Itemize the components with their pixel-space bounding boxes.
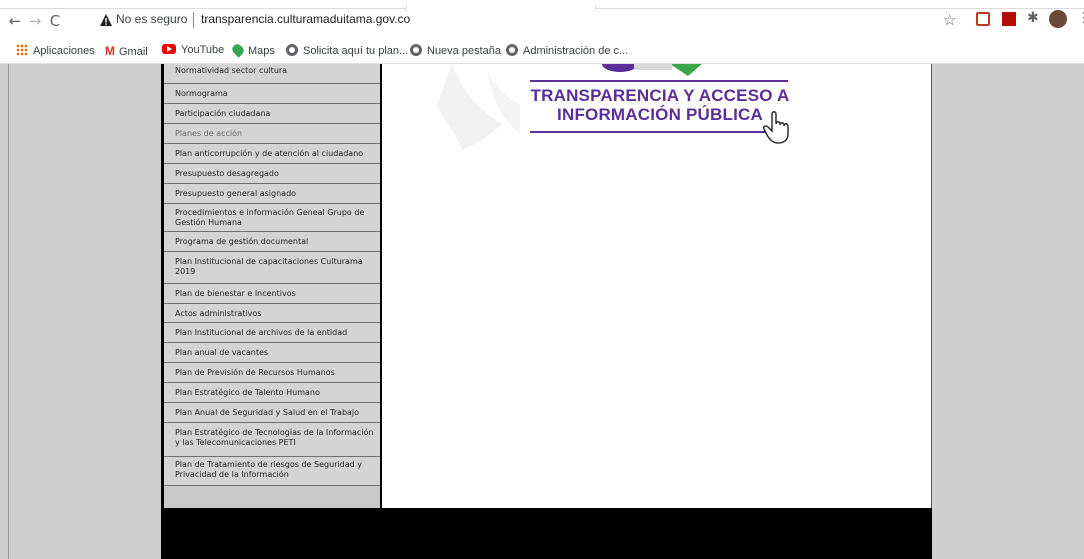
sidebar-item-capacitaciones[interactable]: Plan Institucional de capacitaciones Cul… [164,252,380,284]
content-right-border [931,64,932,508]
sidebar-item-prevision[interactable]: Plan de Previsión de Recursos Humanos [164,363,380,383]
sidebar-menu: Normatividad sector cultura Normograma P… [164,64,382,508]
pointing-hand-icon [763,111,789,144]
apps-icon [16,44,28,56]
bookmark-gmail[interactable]: M Gmail [105,44,148,58]
bookmark-maps[interactable]: Maps [230,42,275,58]
page-left-border [8,64,9,559]
extension-pocket-icon[interactable] [976,12,990,26]
gmail-icon: M [105,44,115,58]
bookmark-star-icon[interactable]: ☆ [943,11,956,29]
extensions-puzzle-icon[interactable]: ✱ [1027,10,1041,26]
forward-button[interactable]: → [26,12,44,30]
sidebar-item-talento-humano[interactable]: Plan Estratégico de Talento Humano [164,383,380,403]
sidebar-item-peti[interactable]: Plan Estratégico de Tecnologías de la In… [164,423,380,457]
sidebar-item-actos-administrativos[interactable]: Actos administrativos [164,304,380,323]
title-bottom-rule [530,131,766,133]
sidebar-item-participacion[interactable]: Participación ciudadana [164,104,380,124]
sidebar-item-gestion-documental[interactable]: Programa de gestión documental [164,232,380,252]
logo-badge-fragment [602,64,702,76]
url-text[interactable]: transparencia.culturamaduitama.gov.co [201,12,410,26]
active-tab-edge [406,5,596,11]
bookmarks-bar: Aplicaciones M Gmail YouTube Maps Solicit… [0,40,1084,64]
address-separator [193,12,194,28]
sidebar-item-seguridad-salud[interactable]: Plan Anual de Seguridad y Salud en el Tr… [164,403,380,423]
sidebar-item-procedimientos[interactable]: Procedimientos e información Geneal Grup… [164,204,380,232]
sidebar-item-bienestar[interactable]: Plan de bienestar e Incentivos [164,284,380,304]
bookmark-apps[interactable]: Aplicaciones [16,44,95,57]
sidebar-item-tratamiento-riesgos[interactable]: Plan de Tratamiento de riesgos de Seguri… [164,457,380,486]
bookmark-solicita[interactable]: Solicita aquí tu plan... [286,44,408,57]
transparencia-title[interactable]: TRANSPARENCIA Y ACCESO A INFORMACIÓN PÚB… [530,86,790,124]
globe-icon [506,44,518,56]
title-top-rule [530,80,788,82]
bookmark-nueva-pestana[interactable]: Nueva pestaña [410,44,501,57]
browser-menu-icon[interactable]: ⋮ [1077,10,1084,26]
sidebar-item-normatividad[interactable]: Normatividad sector cultura [164,64,380,84]
sidebar-item-planes-accion[interactable]: Planes de acción [164,124,380,144]
sidebar-item-presupuesto-general[interactable]: Presupuesto general asignado [164,184,380,204]
sidebar-item-vacantes[interactable]: Plan anual de vacantes [164,343,380,363]
bookmark-youtube[interactable]: YouTube [162,44,224,56]
sidebar-item-archivos[interactable]: Plan Institucional de archivos de la ent… [164,323,380,343]
bookmark-administracion[interactable]: Administración de c... [506,44,628,57]
title-line-2: INFORMACIÓN PÚBLICA [557,105,763,124]
profile-avatar[interactable] [1049,10,1067,28]
security-status-label[interactable]: No es seguro [116,12,187,26]
extension-pdf-icon[interactable] [1002,12,1016,26]
maps-icon [230,42,246,58]
culturama-watermark-logo [437,64,520,150]
globe-icon [410,44,422,56]
sidebar-item-normograma[interactable]: Normograma [164,84,380,104]
page-footer-bar [161,508,932,559]
sidebar-item-anticorrupcion[interactable]: Plan anticorrupción y de atención al ciu… [164,144,380,164]
sidebar-item-presupuesto-desagregado[interactable]: Presupuesto desagregado [164,164,380,184]
globe-icon [286,44,298,56]
warning-icon[interactable] [99,13,113,27]
youtube-icon [162,44,176,54]
title-line-1: TRANSPARENCIA Y ACCESO A [530,86,790,105]
reload-button[interactable]: C [46,12,64,30]
back-button[interactable]: ← [6,12,24,30]
